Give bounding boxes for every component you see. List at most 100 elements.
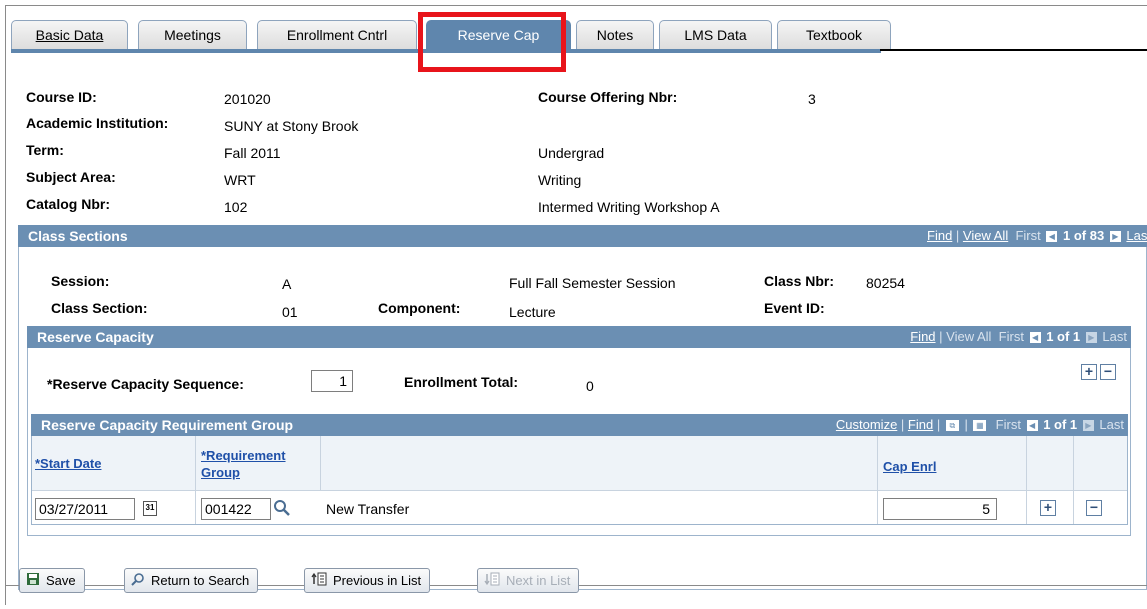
find-link[interactable]: Find — [908, 417, 933, 432]
next-in-list-button: Next in List — [477, 568, 580, 593]
tab-lms-data[interactable]: LMS Data — [659, 20, 772, 50]
row-count: 1 of 83 — [1062, 228, 1105, 243]
save-button[interactable]: Save — [19, 568, 85, 593]
col-divider — [877, 436, 878, 524]
tab-textbook[interactable]: Textbook — [777, 20, 891, 50]
institution-label: Academic Institution: — [26, 115, 169, 131]
subject-label: Subject Area: — [26, 169, 116, 185]
term-label: Term: — [26, 142, 64, 158]
tab-label: Notes — [596, 27, 634, 43]
reserve-capacity-title: Reserve Capacity — [37, 329, 154, 345]
search-icon[interactable] — [273, 499, 291, 517]
institution-value: SUNY at Stony Brook — [224, 118, 359, 134]
highlight-annotation — [418, 12, 566, 72]
first-label: First — [998, 329, 1024, 344]
catalog-label: Catalog Nbr: — [26, 196, 110, 212]
save-label: Save — [46, 573, 76, 588]
requirement-group-desc: New Transfer — [326, 501, 410, 517]
class-section-value: 01 — [282, 304, 298, 320]
customize-link[interactable]: Customize — [836, 417, 897, 432]
find-link[interactable]: Find — [927, 228, 952, 243]
save-icon — [26, 570, 40, 593]
req-group-nav: Customize | Find | ⧉ | ▦ First ◀ 1 of 1 … — [835, 417, 1124, 432]
class-sections-title: Class Sections — [28, 228, 128, 244]
requirement-group-column-header[interactable]: *Requirement Group — [201, 447, 286, 481]
req-group-header: Reserve Capacity Requirement Group Custo… — [31, 414, 1128, 436]
calendar-icon[interactable]: 31 — [143, 501, 157, 516]
event-id-label: Event ID: — [764, 300, 825, 316]
sequence-input[interactable]: 1 — [311, 370, 353, 392]
prev-arrow-icon: ◀ — [1029, 332, 1041, 344]
tab-notes[interactable]: Notes — [576, 20, 654, 50]
row-divider — [32, 490, 1127, 491]
term-value: Fall 2011 — [224, 145, 281, 161]
class-sections-nav: Find | View All First ◀ 1 of 83 ▶ Last — [927, 225, 1147, 247]
start-date-input[interactable]: 03/27/2011 — [35, 498, 135, 520]
tab-label: LMS Data — [684, 27, 747, 43]
view-all-link[interactable]: View All — [963, 228, 1008, 243]
enrollment-total-value: 0 — [586, 378, 594, 394]
session-value: A — [282, 276, 292, 292]
tab-meetings[interactable]: Meetings — [138, 20, 247, 50]
class-section-label: Class Section: — [51, 300, 148, 316]
subject-desc: Writing — [538, 172, 582, 188]
first-label: First — [1015, 228, 1041, 243]
tab-label: Basic Data — [35, 27, 104, 43]
last-label: Last — [1099, 417, 1124, 432]
delete-row-button[interactable]: − — [1100, 364, 1116, 380]
tab-enrollment-cntrl[interactable]: Enrollment Cntrl — [257, 20, 417, 50]
career-value: Undergrad — [538, 145, 605, 161]
next-list-icon — [484, 570, 500, 593]
reserve-capacity-header: Reserve Capacity Find | View All First ◀… — [27, 326, 1131, 348]
col-divider — [195, 436, 196, 524]
prev-arrow-icon[interactable]: ◀ — [1046, 231, 1058, 243]
next-in-list-label: Next in List — [506, 573, 571, 588]
catalog-value: 102 — [224, 199, 248, 215]
reserve-capacity-nav: Find | View All First ◀ 1 of 1 ▶ Last — [910, 329, 1127, 344]
tab-label: Meetings — [164, 27, 221, 43]
next-arrow-icon: ▶ — [1082, 420, 1094, 432]
sequence-label: *Reserve Capacity Sequence: — [47, 376, 244, 392]
return-to-search-button[interactable]: Return to Search — [124, 568, 259, 593]
next-arrow-icon[interactable]: ▶ — [1109, 231, 1121, 243]
tab-divider — [880, 49, 1147, 51]
requirement-group-input[interactable]: 001422 — [201, 498, 271, 520]
session-desc: Full Fall Semester Session — [509, 275, 676, 291]
tab-basic-data[interactable]: Basic Data — [11, 20, 128, 50]
previous-in-list-label: Previous in List — [333, 573, 422, 588]
req-header-line1: *Requirement — [201, 448, 286, 463]
session-label: Session: — [51, 273, 110, 289]
view-all-label: View All — [946, 329, 992, 344]
course-id-value: 201020 — [224, 91, 271, 107]
add-row-button[interactable]: + — [1040, 500, 1056, 516]
delete-row-button[interactable]: − — [1086, 500, 1102, 516]
tab-label: Textbook — [805, 27, 863, 43]
view-all-icon[interactable]: ⧉ — [945, 420, 959, 432]
row-count: 1 of 1 — [1043, 417, 1078, 432]
col-divider — [320, 436, 321, 490]
return-to-search-label: Return to Search — [151, 573, 250, 588]
start-date-column-header[interactable]: *Start Date — [35, 455, 101, 472]
req-group-title: Reserve Capacity Requirement Group — [41, 417, 294, 433]
course-id-label: Course ID: — [26, 89, 97, 105]
previous-list-icon — [311, 570, 327, 593]
tab-label: Enrollment Cntrl — [286, 27, 388, 43]
course-offering-value: 3 — [808, 91, 816, 107]
search-icon — [131, 570, 145, 593]
col-divider — [1073, 436, 1074, 524]
class-sections-header: Class Sections Find | View All First ◀ 1… — [18, 225, 1147, 247]
find-link[interactable]: Find — [910, 329, 935, 344]
download-grid-icon[interactable]: ▦ — [973, 420, 987, 432]
last-label: Last — [1102, 329, 1127, 344]
last-link[interactable]: Last — [1126, 228, 1147, 243]
col-divider — [1026, 436, 1027, 524]
next-arrow-icon: ▶ — [1085, 332, 1097, 344]
cap-enrl-input[interactable]: 5 — [883, 498, 997, 520]
previous-in-list-button[interactable]: Previous in List — [304, 568, 431, 593]
class-nbr-value: 80254 — [866, 275, 905, 291]
grid-column-headers — [32, 436, 1127, 490]
cap-enrl-column-header[interactable]: Cap Enrl — [883, 458, 936, 475]
component-value: Lecture — [509, 304, 556, 320]
req-header-line2: Group — [201, 465, 240, 480]
add-row-button[interactable]: + — [1081, 364, 1097, 380]
